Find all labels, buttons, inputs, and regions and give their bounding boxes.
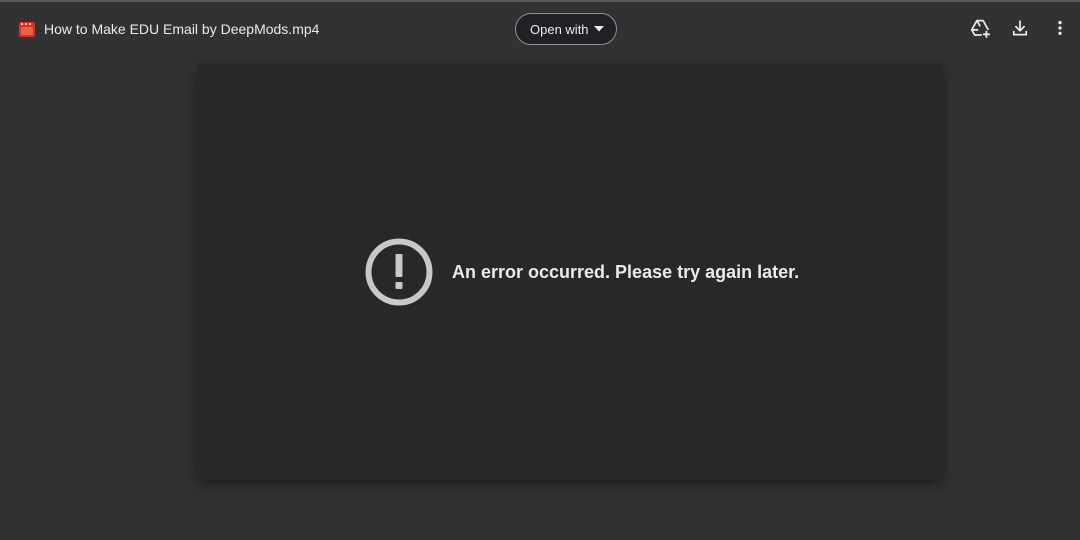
error-message: An error occurred. Please try again late… — [452, 261, 800, 282]
error-message-container: An error occurred. Please try again late… — [364, 237, 799, 307]
more-options-button[interactable] — [1048, 16, 1072, 40]
open-with-label: Open with — [530, 21, 589, 37]
download-icon — [1012, 20, 1028, 36]
add-to-drive-icon — [970, 19, 991, 39]
add-to-drive-button[interactable] — [968, 16, 992, 40]
open-with-button[interactable]: Open with — [515, 13, 617, 45]
chevron-down-icon — [594, 26, 604, 32]
video-file-icon — [19, 22, 35, 37]
download-button[interactable] — [1008, 16, 1032, 40]
error-outline-icon — [365, 238, 433, 306]
more-vert-icon — [1058, 20, 1062, 36]
viewer-header: How to Make EDU Email by DeepMods.mp4 Op… — [0, 2, 1080, 56]
video-viewer: An error occurred. Please try again late… — [198, 64, 942, 480]
file-title: How to Make EDU Email by DeepMods.mp4 — [44, 21, 320, 37]
